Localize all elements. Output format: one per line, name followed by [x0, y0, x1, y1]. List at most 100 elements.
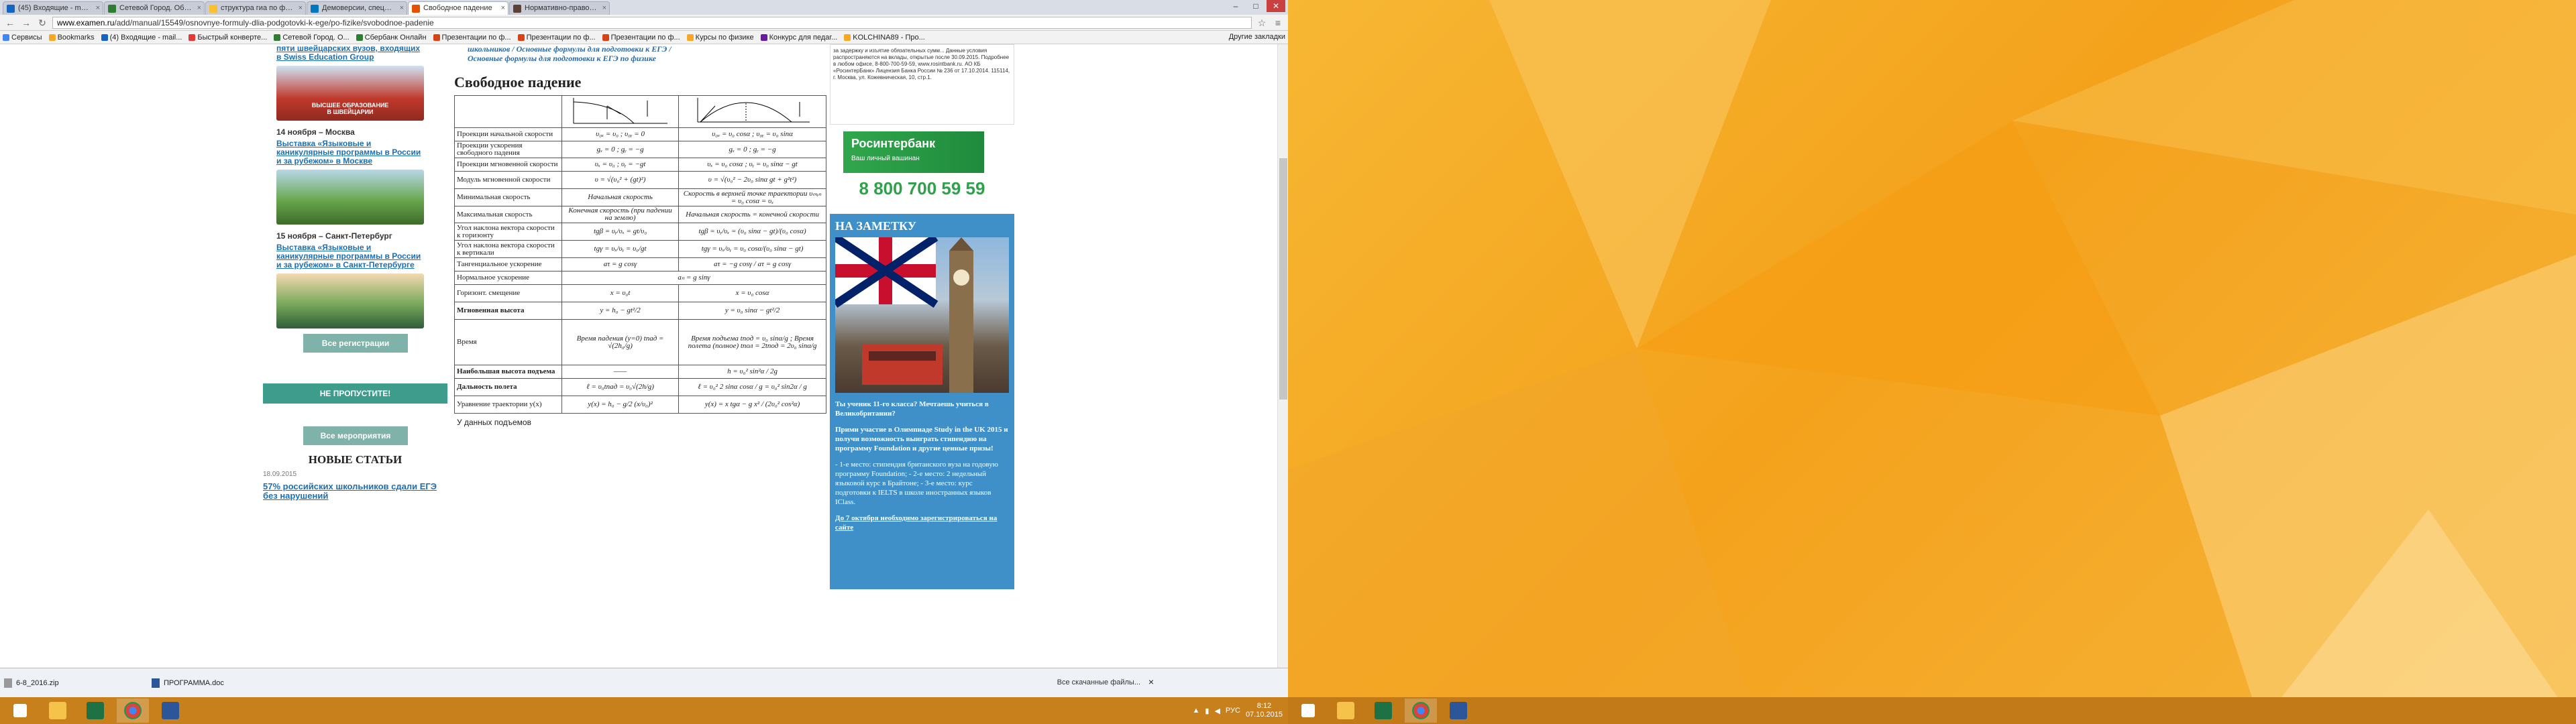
tray-arrow-icon[interactable]: ▲ — [1192, 707, 1199, 715]
bookmark-9[interactable]: Курсы по физике — [686, 33, 754, 42]
tab-close-icon[interactable]: × — [602, 2, 606, 14]
tab-3[interactable]: Демоверсии, спецификс × — [307, 1, 407, 15]
show-all-downloads[interactable]: Все скачанные файлы... — [1057, 678, 1140, 686]
bookmark-favicon-icon — [48, 34, 56, 41]
taskbar-chrome-right[interactable] — [1405, 699, 1437, 723]
breadcrumb-line-2[interactable]: Основные формулы для подготовки к ЕГЭ по… — [454, 54, 826, 63]
taskbar-right — [1288, 697, 2576, 724]
taskbar-word-right[interactable] — [1442, 699, 1474, 723]
bookmark-2[interactable]: (4) Входящие - mail... — [101, 34, 182, 42]
star-icon[interactable]: ☆ — [1256, 17, 1268, 29]
tab-0[interactable]: (45) Входящие - mail.ru × — [3, 1, 103, 15]
formula-angle: aτ = −g cosγ / aτ = g cosγ — [678, 257, 826, 272]
tab-1[interactable]: Сетевой Город. Образо × — [104, 1, 205, 15]
bookmark-7[interactable]: Презентации по ф... — [517, 33, 596, 42]
bookmark-11[interactable]: KOLCHINA89 - Про... — [844, 34, 925, 42]
bookmark-label: Презентации по ф... — [526, 33, 596, 42]
bookmark-5[interactable]: Сбербанк Онлайн — [356, 34, 427, 42]
forward-arrow-icon[interactable]: → — [20, 17, 32, 29]
article: школьников / Основные формулы для подгот… — [454, 44, 826, 427]
bank-phone[interactable]: 8 800 700 59 59 — [830, 178, 1014, 199]
excel-icon — [87, 702, 104, 719]
tab-close-icon[interactable]: × — [501, 2, 505, 14]
bank-ad-banner[interactable]: Росинтербанк Ваш личный вашинан — [843, 131, 984, 173]
formula-row-label: Уравнение траектории y(x) — [454, 396, 562, 414]
note-body-3[interactable]: До 7 октября необходимо зарегистрировать… — [835, 514, 1009, 532]
horizontal-throw-diagram — [561, 95, 680, 128]
clock[interactable]: 8:12 07.10.2015 — [1246, 702, 1283, 719]
london-illustration — [833, 234, 973, 393]
bookmark-favicon-icon — [356, 34, 363, 41]
bank-slogan: Ваш личный вашинан — [851, 155, 920, 162]
tab-close-icon[interactable]: × — [96, 2, 100, 14]
bookmark-favicon-icon — [686, 34, 694, 41]
breadcrumb-line-1[interactable]: школьников / Основные формулы для подгот… — [454, 44, 826, 54]
bookmark-8[interactable]: Презентации по ф... — [602, 34, 680, 42]
windows-icon — [1301, 704, 1315, 717]
download-item-2[interactable]: ПРОГРАММА.doc — [152, 678, 286, 688]
taskbar-excel[interactable] — [79, 699, 111, 723]
word-file-icon — [152, 678, 160, 688]
event-link-1[interactable]: Выставка «Языковые и каникулярные програ… — [263, 139, 424, 166]
formula-horizontal: Время падения (y=0) tпад = √(2h₀/g) — [561, 319, 680, 365]
start-button[interactable] — [4, 699, 36, 723]
taskbar-chrome[interactable] — [117, 699, 149, 723]
keyboard-language[interactable]: РУС — [1226, 707, 1240, 715]
event-link-2[interactable]: Выставка «Языковые и каникулярные програ… — [263, 243, 424, 269]
formula-row-label: Дальность полета — [454, 378, 562, 396]
sidebar-link-swiss[interactable]: пяти швейцарских вузов, входящих в Swiss… — [263, 44, 424, 62]
formula-horizontal: aₙ = g sinγ — [561, 271, 826, 285]
all-registrations-button[interactable]: Все регистрации — [303, 334, 408, 353]
tab-close-icon[interactable]: × — [400, 2, 404, 14]
bookmark-favicon-icon — [3, 34, 9, 41]
download-item-1[interactable]: 6-8_2016.zip — [4, 678, 138, 688]
download-bar-close-icon[interactable]: × — [1148, 676, 1154, 687]
word-icon — [162, 702, 179, 719]
article-tail: У данных подъемов — [457, 418, 531, 427]
bookmark-label: Быстрый конверте... — [197, 33, 268, 42]
taskbar-explorer-right[interactable] — [1330, 699, 1362, 723]
bookmark-10[interactable]: Конкурс для педаг... — [760, 34, 837, 42]
maximize-icon[interactable]: □ — [1246, 0, 1265, 12]
bookmark-label: Курсы по физике — [695, 33, 754, 42]
network-icon[interactable]: ▮ — [1205, 707, 1209, 715]
other-bookmarks[interactable]: Другие закладки — [1229, 33, 1285, 41]
bookmark-4[interactable]: Сетевой Город. О... — [274, 34, 350, 42]
tab-2[interactable]: структура гиа по физик × — [205, 1, 306, 15]
bank-ad-text-box: за задержку и изъятие обязательных сумм.… — [830, 44, 1014, 125]
minimize-icon[interactable]: – — [1226, 0, 1245, 12]
swiss-education-banner[interactable]: ВЫСШЕЕ ОБРАЗОВАНИЕ В ШВЕЙЦАРИИ — [276, 66, 424, 121]
page-scrollbar[interactable] — [1277, 44, 1288, 668]
tab-close-icon[interactable]: × — [197, 2, 201, 14]
formula-horizontal: y(x) = h₀ − g/2 (x/υ₀)² — [561, 396, 680, 414]
all-events-button[interactable]: Все мероприятия — [303, 426, 408, 445]
bookmark-1[interactable]: Bookmarks — [48, 34, 95, 42]
back-arrow-icon[interactable]: ← — [4, 17, 16, 29]
diagram-row — [454, 95, 826, 128]
bookmark-favicon-icon — [844, 34, 851, 41]
bookmark-6[interactable]: Презентации по ф... — [433, 34, 511, 42]
start-button-right[interactable] — [1292, 699, 1324, 723]
download-bar: 6-8_2016.zip ПРОГРАММА.doc Все скачанные… — [0, 668, 1288, 697]
tab-close-icon[interactable]: × — [299, 2, 303, 14]
taskbar-explorer[interactable] — [42, 699, 74, 723]
tab-4[interactable]: Свободное падение × — [408, 1, 508, 15]
bookmark-0[interactable]: Сервисы — [3, 34, 42, 42]
formula-angle: ℓ = υ₀² 2 sinα cosα / g = υ₀² sin2α / g — [678, 378, 826, 396]
formula-row-label: Модуль мгновенной скорости — [454, 171, 562, 189]
bookmark-3[interactable]: Быстрый конверте... — [189, 34, 267, 42]
menu-icon[interactable]: ≡ — [1272, 17, 1284, 29]
new-articles-heading: НОВЫЕ СТАТЬИ — [308, 453, 402, 466]
close-window-icon[interactable]: ✕ — [1267, 0, 1285, 12]
formula-row: Проекции ускорения свободного падения gₓ … — [454, 141, 826, 158]
volume-icon[interactable]: ◀ — [1214, 707, 1220, 715]
tab-5[interactable]: Нормативно-правовые × — [509, 1, 610, 15]
scrollbar-thumb[interactable] — [1279, 158, 1287, 400]
formula-row: Проекции начальной скорости υ₀ₓ = υ₀ ; υ₀… — [454, 127, 826, 141]
news-link[interactable]: 57% российских школьников сдали ЕГЭ без … — [263, 482, 437, 501]
taskbar-word[interactable] — [154, 699, 186, 723]
taskbar-excel-right[interactable] — [1367, 699, 1399, 723]
reload-icon[interactable]: ↻ — [36, 17, 48, 29]
address-bar[interactable]: www.examen.ru/add/manual/15549/osnovnye-… — [52, 16, 1252, 29]
